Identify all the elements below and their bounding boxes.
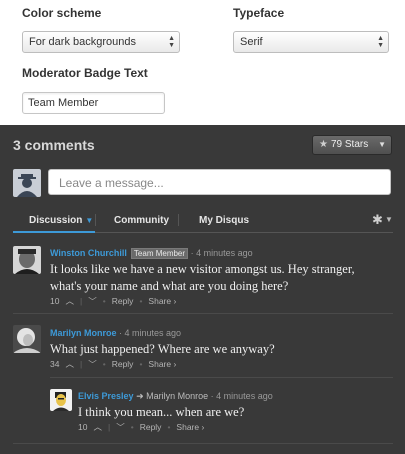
nav-divider xyxy=(95,214,96,226)
comment-divider xyxy=(50,377,393,378)
tab-discussion-label: Discussion xyxy=(29,215,83,226)
reply-to-name[interactable]: Marilyn Monroe xyxy=(146,391,208,401)
vote-count: 10 xyxy=(78,422,88,432)
color-scheme-select[interactable]: For dark backgrounds ▲ ▼ xyxy=(22,31,180,53)
color-scheme-value: For dark backgrounds xyxy=(29,36,136,48)
share-link[interactable]: Share › xyxy=(148,296,176,306)
gear-icon[interactable]: ✱ xyxy=(372,212,383,228)
tab-my-disqus[interactable]: My Disqus xyxy=(199,215,249,226)
comment-time[interactable]: 4 minutes ago xyxy=(125,328,182,338)
comment-header: Marilyn Monroe · 4 minutes ago xyxy=(50,328,182,338)
comment-text-line: I think you mean... when are we? xyxy=(78,405,245,419)
share-link[interactable]: Share › xyxy=(148,359,176,369)
comment-actions: 10 ︿ | ﹀ • Reply • Share › xyxy=(78,422,205,432)
comment-text: It looks like we have a new visitor amon… xyxy=(50,261,355,294)
author-name[interactable]: Winston Churchill xyxy=(50,248,127,258)
comment-text-line: It looks like we have a new visitor amon… xyxy=(50,262,355,276)
active-tab-indicator xyxy=(13,231,95,233)
chevron-down-icon[interactable]: ﹀ xyxy=(88,359,97,369)
message-input[interactable]: Leave a message... xyxy=(48,169,391,195)
comment-time[interactable]: 4 minutes ago xyxy=(216,391,273,401)
comment-time[interactable]: 4 minutes ago xyxy=(196,248,253,258)
select-arrows-icon: ▲ ▼ xyxy=(377,35,384,49)
color-scheme-label: Color scheme xyxy=(22,6,102,20)
moderator-badge-label: Moderator Badge Text xyxy=(22,66,148,80)
chevron-up-icon[interactable]: ︿ xyxy=(65,359,74,369)
chevron-down-icon: ▼ xyxy=(385,215,393,224)
comment-divider xyxy=(13,313,393,314)
portrait-avatar-icon xyxy=(50,389,72,411)
reply-arrow-icon: ➜ xyxy=(136,391,144,401)
tab-discussion[interactable]: Discussion ▼ xyxy=(29,215,93,226)
comment-header: Elvis Presley ➜ Marilyn Monroe · 4 minut… xyxy=(78,391,273,401)
typeface-label: Typeface xyxy=(233,6,285,20)
comments-widget: 3 comments ★ 79 Stars ▼ Leave a message..… xyxy=(0,125,405,454)
chevron-down-icon[interactable]: ﹀ xyxy=(116,422,125,432)
default-avatar-icon xyxy=(13,169,41,197)
comment-header: Winston Churchill Team Member · 4 minutes… xyxy=(50,248,253,259)
nav-divider xyxy=(178,214,179,226)
comment-divider xyxy=(13,443,393,444)
chevron-up-icon[interactable]: ︿ xyxy=(65,296,74,306)
chevron-down-icon: ▼ xyxy=(378,140,386,149)
moderator-badge-input[interactable]: Team Member xyxy=(22,92,165,114)
author-name[interactable]: Elvis Presley xyxy=(78,391,134,401)
portrait-avatar-icon xyxy=(13,325,41,353)
chevron-down-icon[interactable]: ﹀ xyxy=(88,296,97,306)
tab-community[interactable]: Community xyxy=(114,215,169,226)
star-icon: ★ xyxy=(319,139,328,150)
comment-actions: 34 ︿ | ﹀ • Reply • Share › xyxy=(50,359,177,369)
typeface-select[interactable]: Serif ▲ ▼ xyxy=(233,31,389,53)
reply-link[interactable]: Reply xyxy=(112,359,134,369)
author-name[interactable]: Marilyn Monroe xyxy=(50,328,117,338)
comment-text-line: What just happened? Where are we anyway? xyxy=(50,342,275,356)
comment-text: What just happened? Where are we anyway? xyxy=(50,341,275,358)
reply-link[interactable]: Reply xyxy=(112,296,134,306)
comment-actions: 10 ︿ | ﹀ • Reply • Share › xyxy=(50,296,177,306)
vote-count: 10 xyxy=(50,296,60,306)
comment-text: I think you mean... when are we? xyxy=(78,404,244,421)
share-link[interactable]: Share › xyxy=(176,422,204,432)
user-avatar xyxy=(13,169,41,197)
select-arrows-icon: ▲ ▼ xyxy=(168,35,175,49)
avatar[interactable] xyxy=(13,246,41,274)
typeface-value: Serif xyxy=(240,36,263,48)
avatar[interactable] xyxy=(50,389,72,411)
chevron-down-icon: ▼ xyxy=(85,216,94,225)
comment-text-line: what's your name and what are you doing … xyxy=(50,278,289,293)
reply-link[interactable]: Reply xyxy=(140,422,162,432)
discussion-nav: Discussion ▼ Community My Disqus ✱ ▼ xyxy=(13,209,393,233)
vote-count: 34 xyxy=(50,359,60,369)
stars-label: 79 Stars xyxy=(330,139,369,150)
portrait-avatar-icon xyxy=(13,246,41,274)
stars-button[interactable]: ★ 79 Stars ▼ xyxy=(312,135,392,155)
comment-count: 3 comments xyxy=(13,137,95,153)
moderator-badge: Team Member xyxy=(130,248,189,259)
avatar[interactable] xyxy=(13,325,41,353)
customization-settings: Color scheme For dark backgrounds ▲ ▼ Typ… xyxy=(0,0,405,125)
chevron-up-icon[interactable]: ︿ xyxy=(93,422,102,432)
